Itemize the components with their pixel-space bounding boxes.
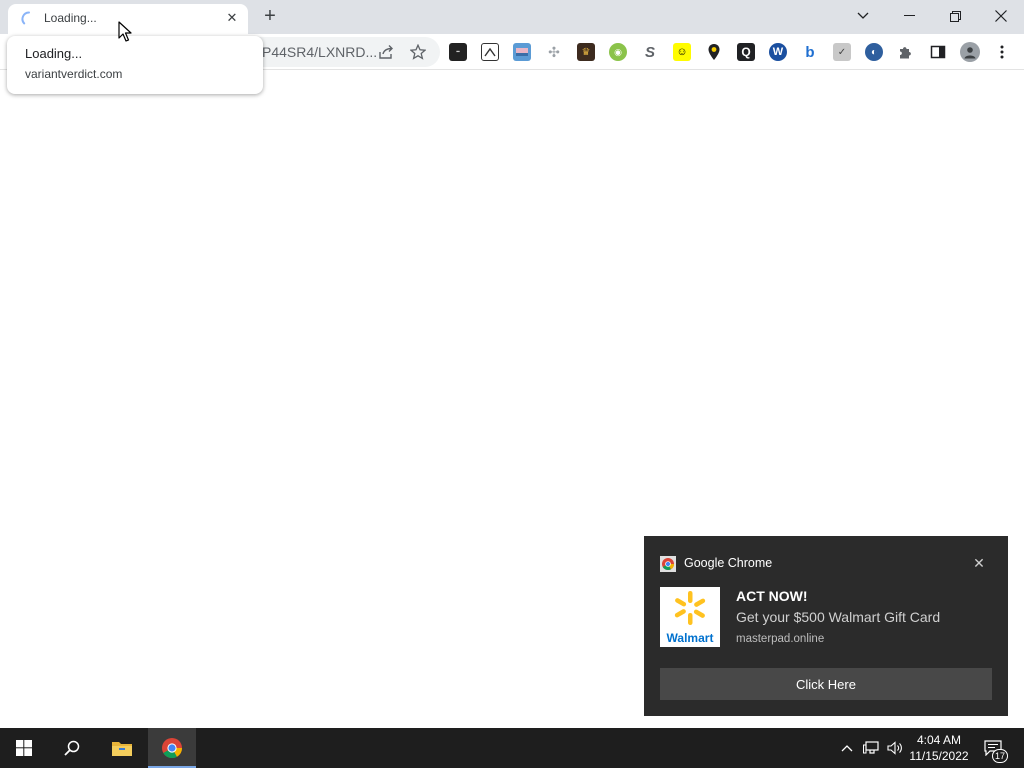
extension-icon-3[interactable]: [513, 43, 531, 61]
search-icon: [64, 740, 80, 756]
notification-close-icon[interactable]: ✕: [970, 554, 988, 572]
chrome-icon: [162, 738, 183, 759]
folder-icon: [112, 742, 132, 756]
snapchat-icon[interactable]: ☺: [673, 43, 691, 61]
minimize-icon: [903, 15, 915, 16]
address-bar-url[interactable]: P44SR4/LXNRD...: [262, 44, 377, 60]
notification-count-badge: 17: [992, 749, 1008, 763]
chevron-down-icon: [857, 12, 869, 19]
notification-headline: ACT NOW!: [736, 588, 808, 604]
tray-chevron-up-icon[interactable]: [838, 739, 856, 757]
tab-strip: Loading... ✕ +: [0, 0, 1024, 34]
extension-icon-4[interactable]: ✣: [545, 43, 563, 61]
search-button[interactable]: [48, 728, 96, 768]
restore-button[interactable]: [932, 0, 978, 32]
extensions-puzzle-icon[interactable]: [897, 43, 915, 61]
clock-time: 4:04 AM: [916, 733, 962, 747]
notification-body: Get your $500 Walmart Gift Card: [736, 609, 941, 625]
network-icon[interactable]: [862, 739, 880, 757]
walmart-spark-icon: [674, 591, 706, 625]
taskbar-clock[interactable]: 4:04 AM 11/15/2022: [906, 732, 972, 764]
loading-spinner-icon: [21, 11, 30, 25]
tab-hover-card: Loading... variantverdict.com: [7, 36, 263, 94]
chrome-taskbar-button[interactable]: [148, 728, 196, 768]
tab-search-button[interactable]: [840, 0, 886, 32]
tab-close-icon[interactable]: ✕: [224, 10, 240, 26]
close-icon: [995, 10, 1007, 22]
bing-icon[interactable]: b: [801, 43, 819, 61]
extension-icon-2[interactable]: [481, 43, 499, 61]
chrome-notification-toast[interactable]: Google Chrome ✕ Walmart ACT NOW! Get you…: [644, 536, 1008, 716]
tab-title: Loading...: [44, 11, 97, 25]
profile-avatar-icon[interactable]: [960, 42, 980, 62]
side-panel-icon[interactable]: [929, 43, 947, 61]
restore-icon: [949, 10, 961, 22]
extension-icon-7[interactable]: S: [641, 43, 659, 61]
mouse-cursor-icon: [118, 21, 132, 42]
extension-icon-w[interactable]: W: [769, 43, 787, 61]
clock-date: 11/15/2022: [909, 749, 969, 763]
volume-icon[interactable]: [886, 739, 904, 757]
extension-icon-6[interactable]: ◉: [609, 43, 627, 61]
extension-icon-1[interactable]: ▪▪: [449, 43, 467, 61]
notification-source: masterpad.online: [736, 633, 825, 645]
extension-icon-8[interactable]: ✓: [833, 43, 851, 61]
notification-app-name: Google Chrome: [684, 556, 773, 570]
file-explorer-button[interactable]: [98, 728, 146, 768]
start-button[interactable]: [0, 728, 48, 768]
chrome-icon: [660, 556, 676, 572]
notification-action-button[interactable]: Click Here: [660, 668, 992, 700]
extension-icon-9[interactable]: ◐: [865, 43, 883, 61]
extension-icon-5[interactable]: ♛: [577, 43, 595, 61]
bookmark-star-icon[interactable]: [408, 42, 428, 62]
minimize-button[interactable]: [886, 0, 932, 32]
windows-taskbar: 4:04 AM 11/15/2022 17: [0, 728, 1024, 768]
hover-card-title: Loading...: [25, 46, 83, 61]
share-icon[interactable]: [376, 42, 396, 62]
new-tab-button[interactable]: +: [258, 5, 282, 29]
extension-icon-q[interactable]: Q: [737, 43, 755, 61]
walmart-wordmark: Walmart: [666, 631, 714, 645]
map-pin-icon[interactable]: [705, 43, 723, 61]
windows-logo-icon: [16, 740, 32, 756]
close-window-button[interactable]: [978, 0, 1024, 32]
hover-card-domain: variantverdict.com: [25, 67, 123, 81]
menu-kebab-icon[interactable]: [993, 43, 1011, 61]
walmart-logo-image: Walmart: [660, 587, 720, 647]
